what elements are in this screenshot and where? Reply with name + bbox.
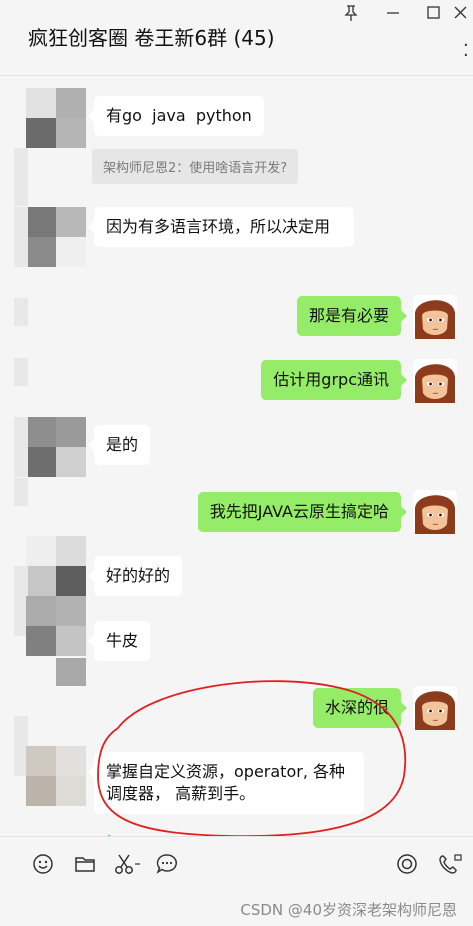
chat-area[interactable]: 有go java python 架构师尼恩2：使用啥语言开发? 因为有多语言环境…	[0, 76, 473, 836]
voice-call-icon[interactable]	[395, 852, 419, 876]
scissors-icon[interactable]	[113, 852, 143, 876]
maximize-icon[interactable]	[420, 2, 446, 24]
pin-icon[interactable]	[338, 2, 364, 24]
watermark: CSDN @40岁资深老架构师尼恩	[240, 901, 457, 919]
red-circle-annotation	[97, 680, 407, 836]
more-icon[interactable]: ..	[463, 32, 469, 60]
chat-header: 疯狂创客圈 卷王新6群 (45) ..	[0, 0, 473, 76]
emoji-icon[interactable]	[31, 852, 55, 876]
chat-history-icon[interactable]	[155, 852, 179, 876]
video-call-icon[interactable]	[437, 852, 463, 876]
input-toolbar: CSDN @40岁资深老架构师尼恩	[0, 836, 473, 926]
close-icon[interactable]	[447, 2, 473, 24]
chat-title: 疯狂创客圈 卷王新6群 (45)	[28, 26, 275, 50]
folder-icon[interactable]	[73, 852, 97, 876]
minimize-icon[interactable]	[380, 2, 406, 24]
